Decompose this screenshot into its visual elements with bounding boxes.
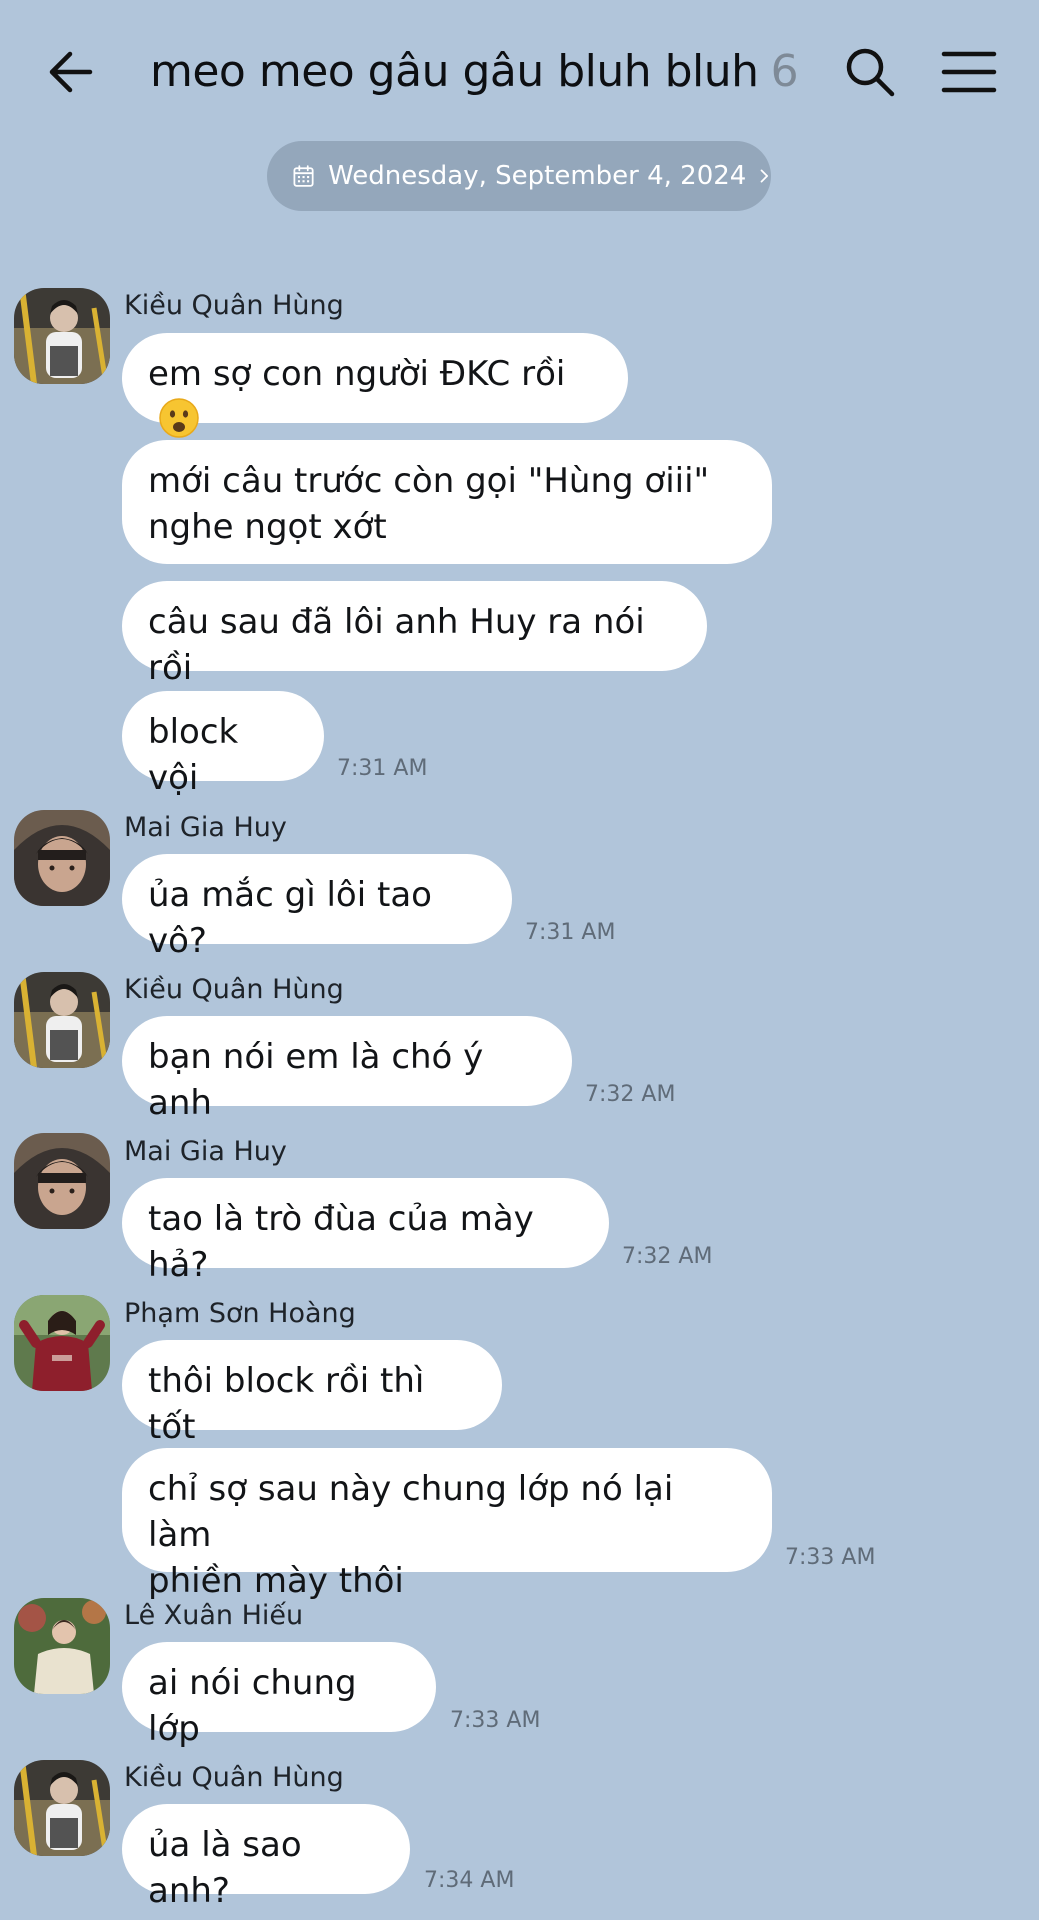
avatar[interactable]: [14, 1598, 110, 1694]
message-text: ủa mắc gì lôi tao vô?: [148, 875, 432, 961]
back-button[interactable]: [44, 44, 104, 100]
message-bubble[interactable]: chỉ sợ sau này chung lớp nó lại làm phiề…: [122, 1448, 772, 1601]
message-text: ủa là sao anh?: [148, 1825, 302, 1911]
message-timestamp: 7:33 AM: [785, 1545, 876, 1570]
message-bubble[interactable]: em sợ con người ĐKC rồi: [122, 333, 628, 438]
date-divider-label: Wednesday, September 4, 2024: [328, 161, 747, 191]
arrow-left-icon: [49, 51, 93, 93]
message-bubble[interactable]: ai nói chung lớp: [122, 1642, 436, 1749]
sender-name: Kiều Quân Hùng: [124, 1762, 344, 1793]
chevron-right-icon: [760, 169, 769, 183]
message-text: câu sau đã lôi anh Huy ra nói rồi: [148, 602, 645, 688]
sender-name: Phạm Sơn Hoàng: [124, 1298, 356, 1329]
message-bubble[interactable]: câu sau đã lôi anh Huy ra nói rồi: [122, 581, 707, 688]
message-text: phiền mày thôi: [148, 1561, 404, 1601]
avatar[interactable]: [14, 288, 110, 384]
message-text: tao là trò đùa của mày hả?: [148, 1199, 534, 1285]
group-name: meo meo gâu gâu bluh bluh: [150, 46, 759, 97]
message-bubble[interactable]: ủa là sao anh?: [122, 1804, 410, 1911]
search-icon: [846, 48, 895, 97]
message-bubble[interactable]: tao là trò đùa của mày hả?: [122, 1178, 609, 1285]
frowning-face-emoji: [159, 398, 199, 438]
calendar-icon: [293, 165, 314, 187]
sender-name: Kiều Quân Hùng: [124, 290, 344, 321]
message-timestamp: 7:31 AM: [525, 920, 616, 945]
chat-title[interactable]: meo meo gâu gâu bluh bluh 6: [150, 46, 799, 97]
sender-name: Kiều Quân Hùng: [124, 974, 344, 1005]
message-timestamp: 7:32 AM: [622, 1244, 713, 1269]
message-text: thôi block rồi thì tốt: [148, 1361, 425, 1447]
search-button[interactable]: [842, 44, 898, 100]
message-timestamp: 7:31 AM: [337, 756, 428, 781]
message-timestamp: 7:34 AM: [424, 1868, 515, 1893]
message-bubble[interactable]: bạn nói em là chó ý anh: [122, 1016, 572, 1123]
hamburger-menu-icon: [941, 51, 997, 93]
message-text: mới câu trước còn gọi "Hùng ơiii": [148, 461, 710, 501]
menu-button[interactable]: [940, 44, 998, 100]
message-bubble[interactable]: block vội: [122, 691, 324, 798]
avatar[interactable]: [14, 1133, 110, 1229]
message-text: chỉ sợ sau này chung lớp nó lại làm: [148, 1469, 674, 1555]
message-text: block vội: [148, 712, 239, 798]
sender-name: Mai Gia Huy: [124, 1136, 287, 1167]
message-bubble[interactable]: ủa mắc gì lôi tao vô?: [122, 854, 512, 961]
message-timestamp: 7:32 AM: [585, 1082, 676, 1107]
avatar[interactable]: [14, 810, 110, 906]
message-text: nghe ngọt xớt: [148, 507, 387, 547]
message-timestamp: 7:33 AM: [450, 1708, 541, 1733]
message-bubble[interactable]: mới câu trước còn gọi "Hùng ơiii" nghe n…: [122, 440, 772, 564]
avatar[interactable]: [14, 1760, 110, 1856]
message-text: em sợ con người ĐKC rồi: [148, 354, 566, 394]
message-bubble[interactable]: thôi block rồi thì tốt: [122, 1340, 502, 1447]
message-text: bạn nói em là chó ý anh: [148, 1037, 484, 1123]
avatar[interactable]: [14, 1295, 110, 1391]
member-count: 6: [770, 46, 799, 97]
date-divider-button[interactable]: Wednesday, September 4, 2024: [267, 141, 771, 211]
sender-name: Lê Xuân Hiếu: [124, 1600, 304, 1631]
message-text: ai nói chung lớp: [148, 1663, 357, 1749]
avatar[interactable]: [14, 972, 110, 1068]
chat-header: meo meo gâu gâu bluh bluh 6: [0, 0, 1039, 140]
sender-name: Mai Gia Huy: [124, 812, 287, 843]
